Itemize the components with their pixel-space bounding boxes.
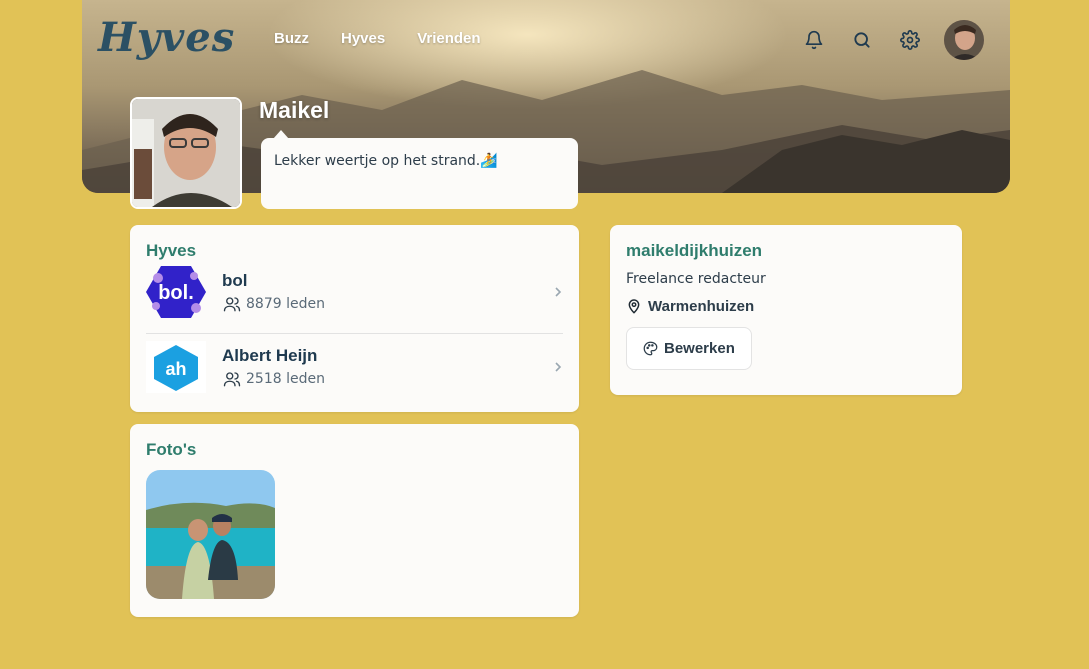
users-icon bbox=[223, 371, 241, 386]
hyve-members: 2518 leden bbox=[222, 370, 325, 388]
gear-icon[interactable] bbox=[896, 20, 924, 60]
status-bubble: Lekker weertje op het strand.🏄 bbox=[261, 130, 578, 209]
palette-icon bbox=[643, 341, 658, 356]
search-icon[interactable] bbox=[848, 20, 876, 60]
bol-logo: bol. bbox=[146, 266, 206, 318]
hyve-name: bol bbox=[222, 271, 248, 290]
hyves-logo[interactable]: Hyves bbox=[98, 14, 235, 61]
svg-text:bol.: bol. bbox=[158, 282, 194, 304]
profile-info-card: maikeldijkhuizen Freelance redacteur War… bbox=[610, 225, 962, 395]
profile-photo[interactable] bbox=[130, 97, 242, 209]
surfer-emoji: 🏄 bbox=[480, 153, 498, 169]
location: Warmenhuizen bbox=[626, 297, 946, 315]
profile-name: Maikel bbox=[259, 97, 330, 123]
users-icon bbox=[223, 297, 241, 312]
nav-hyves[interactable]: Hyves bbox=[341, 30, 385, 47]
status-text: Lekker weertje op het strand. bbox=[274, 153, 481, 169]
hyve-members: 8879 leden bbox=[222, 295, 325, 313]
svg-text:ah: ah bbox=[165, 359, 186, 379]
edit-profile-button[interactable]: Bewerken bbox=[626, 327, 752, 370]
header-actions bbox=[800, 20, 984, 60]
hyve-item-albert-heijn[interactable]: ah Albert Heijn 2518 leden bbox=[146, 333, 563, 399]
map-pin-icon bbox=[628, 299, 640, 314]
chevron-right-icon[interactable] bbox=[553, 361, 563, 373]
hyve-info: bol 8879 leden bbox=[222, 271, 325, 313]
hyves-title: Hyves bbox=[146, 241, 197, 260]
occupation: Freelance redacteur bbox=[626, 271, 766, 287]
bell-icon[interactable] bbox=[800, 20, 828, 60]
photos-card: Foto's bbox=[130, 424, 579, 617]
main-nav: Buzz Hyves Vrienden bbox=[274, 30, 481, 47]
nav-buzz[interactable]: Buzz bbox=[274, 30, 309, 47]
username: maikeldijkhuizen bbox=[626, 241, 763, 260]
photo-thumbnail[interactable] bbox=[146, 470, 275, 599]
user-avatar[interactable] bbox=[944, 20, 984, 60]
hyve-item-bol[interactable]: bol. bol 8879 leden bbox=[146, 261, 563, 323]
nav-vrienden[interactable]: Vrienden bbox=[417, 30, 480, 47]
chevron-right-icon[interactable] bbox=[553, 286, 563, 298]
albert-heijn-logo: ah bbox=[146, 340, 206, 393]
photos-title: Foto's bbox=[146, 440, 197, 459]
hyves-card: Hyves bol. bol 8879 leden ah Albert Heij… bbox=[130, 225, 579, 412]
hyve-name: Albert Heijn bbox=[222, 345, 318, 365]
hyve-info: Albert Heijn 2518 leden bbox=[222, 346, 325, 388]
